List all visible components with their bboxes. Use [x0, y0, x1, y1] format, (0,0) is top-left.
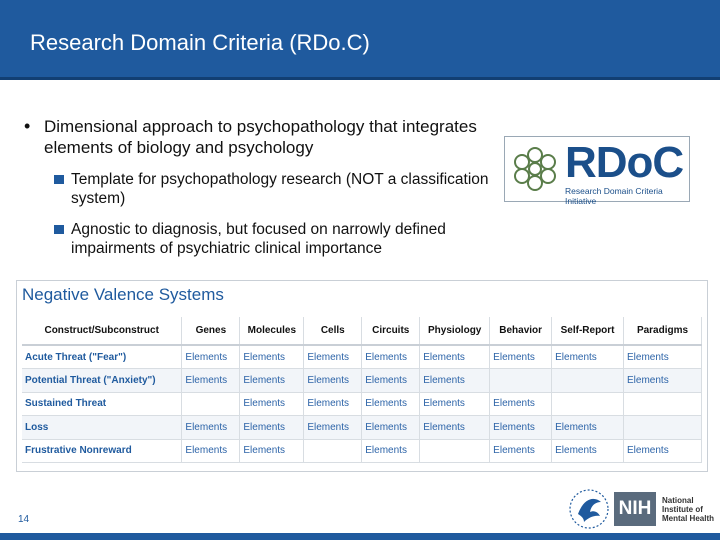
slide-title: Research Domain Criteria (RDo.C) [30, 30, 370, 55]
construct-link[interactable]: Loss [22, 415, 183, 440]
construct-link[interactable]: Sustained Threat [22, 392, 183, 416]
square-bullet-icon [54, 175, 64, 184]
elements-link[interactable]: Elements [303, 345, 363, 369]
elements-link[interactable]: Elements [361, 415, 421, 440]
elements-link[interactable]: Elements [551, 439, 625, 463]
column-header: Molecules [239, 317, 305, 346]
elements-link[interactable]: Elements [551, 345, 625, 369]
elements-link[interactable]: Elements [489, 415, 553, 440]
table-row: Potential Threat ("Anxiety") Elements El… [22, 368, 702, 393]
main-bullet: • Dimensional approach to psychopatholog… [24, 116, 494, 158]
matrix-title: Negative Valence Systems [22, 285, 224, 304]
column-header: Self-Report [551, 317, 625, 346]
construct-link[interactable]: Acute Threat ("Fear") [22, 345, 183, 369]
elements-link[interactable]: Elements [623, 345, 702, 369]
column-header: Circuits [361, 317, 421, 346]
empty-cell [489, 368, 553, 393]
column-header: Genes [181, 317, 241, 346]
hhs-eagle-icon [569, 489, 609, 529]
elements-link[interactable]: Elements [181, 415, 241, 440]
sub-bullet-text: Agnostic to diagnosis, but focused on na… [71, 221, 446, 257]
elements-link[interactable]: Elements [419, 368, 491, 393]
column-header: Construct/Subconstruct [22, 317, 183, 346]
column-header: Cells [303, 317, 363, 346]
empty-cell [181, 392, 241, 416]
column-header: Paradigms [623, 317, 702, 346]
elements-link[interactable]: Elements [239, 368, 305, 393]
table-header-row: Construct/Subconstruct Genes Molecules C… [22, 317, 702, 346]
elements-link[interactable]: Elements [239, 392, 305, 416]
rdoc-matrix-panel: Negative Valence Systems Construct/Subco… [16, 280, 708, 472]
elements-link[interactable]: Elements [623, 368, 702, 393]
elements-link[interactable]: Elements [181, 368, 241, 393]
table-row: Acute Threat ("Fear") Elements Elements … [22, 345, 702, 369]
rdoc-flower-icon [514, 147, 556, 191]
elements-link[interactable]: Elements [419, 345, 491, 369]
elements-link[interactable]: Elements [181, 345, 241, 369]
elements-link[interactable]: Elements [361, 345, 421, 369]
elements-link[interactable]: Elements [239, 345, 305, 369]
elements-link[interactable]: Elements [361, 392, 421, 416]
elements-link[interactable]: Elements [489, 392, 553, 416]
bottom-bar [0, 533, 720, 540]
square-bullet-icon [54, 225, 64, 234]
title-bar: Research Domain Criteria (RDo.C) [0, 0, 720, 80]
elements-link[interactable]: Elements [361, 368, 421, 393]
table-row: Loss Elements Elements Elements Elements… [22, 415, 702, 440]
table-row: Sustained Threat Elements Elements Eleme… [22, 392, 702, 416]
elements-link[interactable]: Elements [303, 368, 363, 393]
elements-link[interactable]: Elements [239, 415, 305, 440]
empty-cell [303, 439, 363, 463]
construct-link[interactable]: Frustrative Nonreward [22, 439, 183, 463]
main-bullet-text: Dimensional approach to psychopathology … [44, 117, 477, 157]
empty-cell [551, 392, 625, 416]
rdoc-subtitle: Research Domain Criteria Initiative [565, 186, 663, 206]
bullet-dot-icon: • [24, 116, 31, 136]
sub-bullet-agnostic: Agnostic to diagnosis, but focused on na… [54, 220, 504, 258]
elements-link[interactable]: Elements [303, 392, 363, 416]
column-header: Behavior [489, 317, 553, 346]
empty-cell [419, 439, 491, 463]
elements-link[interactable]: Elements [489, 439, 553, 463]
nih-wordmark: NIH [614, 492, 656, 526]
elements-link[interactable]: Elements [419, 392, 491, 416]
elements-link[interactable]: Elements [489, 345, 553, 369]
elements-link[interactable]: Elements [623, 439, 702, 463]
rdoc-wordmark: RDoC [565, 138, 684, 187]
column-header: Physiology [419, 317, 491, 346]
sub-bullet-template: Template for psychopathology research (N… [54, 170, 504, 208]
empty-cell [551, 368, 625, 393]
table-row: Frustrative Nonreward Elements Elements … [22, 439, 702, 463]
nih-logo: NIH National Institute of Mental Health [614, 492, 714, 526]
elements-link[interactable]: Elements [551, 415, 625, 440]
elements-link[interactable]: Elements [181, 439, 241, 463]
elements-link[interactable]: Elements [419, 415, 491, 440]
sub-bullet-text: Template for psychopathology research (N… [71, 171, 489, 207]
empty-cell [623, 415, 702, 440]
elements-link[interactable]: Elements [361, 439, 421, 463]
rdoc-logo: RDoC Research Domain Criteria Initiative [504, 136, 690, 206]
empty-cell [623, 392, 702, 416]
elements-link[interactable]: Elements [303, 415, 363, 440]
rdoc-matrix-table: Construct/Subconstruct Genes Molecules C… [22, 317, 702, 463]
nimh-name: National Institute of Mental Health [662, 496, 715, 523]
elements-link[interactable]: Elements [239, 439, 305, 463]
construct-link[interactable]: Potential Threat ("Anxiety") [22, 368, 183, 393]
page-number: 14 [18, 514, 30, 525]
